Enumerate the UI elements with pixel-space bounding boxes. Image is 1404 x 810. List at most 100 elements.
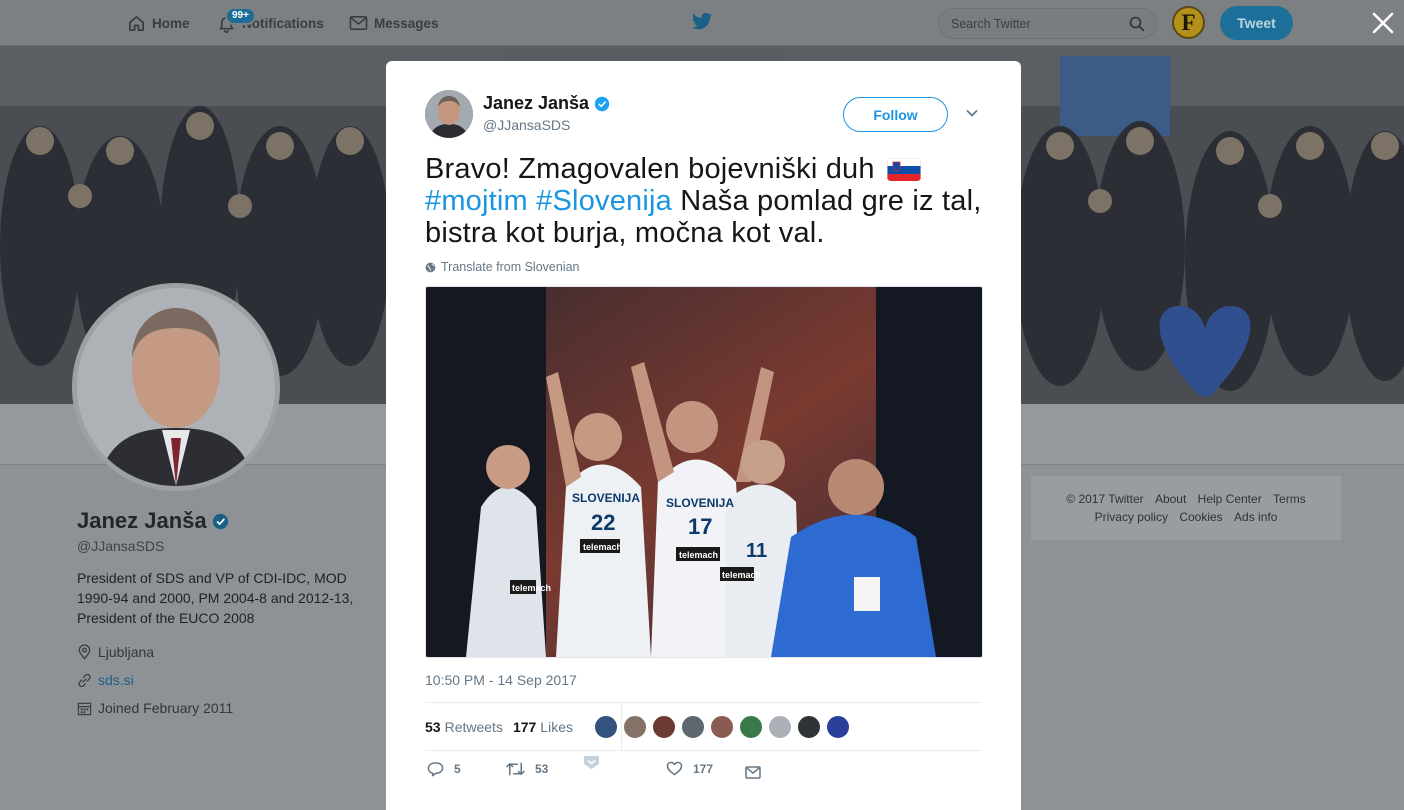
liker-avatar[interactable]	[710, 715, 734, 739]
profile-joined: Joined February 2011	[77, 698, 377, 718]
notifications-badge: 99+	[225, 7, 256, 25]
link-icon	[78, 673, 91, 687]
hashtag-mojtim[interactable]: #mojtim	[425, 185, 528, 217]
photo-jersey-text: SLOVENIJA	[666, 496, 734, 510]
footer-copyright: © 2017 Twitter	[1066, 492, 1144, 506]
account-avatar[interactable]: F	[1172, 6, 1205, 39]
liker-avatar[interactable]	[652, 715, 676, 739]
hashtag-slovenija[interactable]: #Slovenija	[536, 185, 672, 217]
tweet-modal: Janez Janša @JJansaSDS Follow Bravo! Zma…	[386, 61, 1021, 810]
follow-button[interactable]: Follow	[843, 97, 948, 132]
photo-jersey-text: telemach	[722, 570, 761, 580]
profile-name-row: Janez Janša	[77, 508, 377, 534]
profile-avatar-photo	[77, 288, 275, 486]
profile-bio: President of SDS and VP of CDI-IDC, MOD …	[77, 570, 354, 626]
globe-icon	[425, 262, 436, 272]
profile-joined-text: Joined February 2011	[98, 700, 234, 716]
photo-jersey-text: telemach	[679, 550, 718, 560]
tweet-photo-image: SLOVENIJA 22 SLOVENIJA 17 11 telemach te…	[426, 287, 982, 657]
liker-avatar[interactable]	[681, 715, 705, 739]
envelope-icon	[349, 16, 368, 30]
footer-help-center-link[interactable]: Help Center	[1198, 492, 1262, 506]
top-navigation: Home Notifications 99+ Messages F Tweet	[0, 0, 1404, 46]
tweet-author-name[interactable]: Janez Janša	[483, 93, 589, 114]
compose-tweet-button[interactable]: Tweet	[1220, 6, 1293, 40]
home-icon	[128, 15, 145, 31]
photo-jersey-text: 11	[746, 540, 767, 562]
likes-stat[interactable]: 177 Likes	[513, 719, 573, 735]
heart-icon	[666, 761, 683, 776]
reply-button[interactable]: 5	[427, 761, 461, 777]
chevron-down-icon[interactable]	[965, 108, 979, 118]
photo-jersey-text: 17	[688, 514, 712, 539]
tweet-photo[interactable]: SLOVENIJA 22 SLOVENIJA 17 11 telemach te…	[425, 286, 983, 658]
likes-count: 177	[512, 719, 537, 735]
liker-avatar[interactable]	[768, 715, 792, 739]
footer-line-2: Privacy policy Cookies Ads info	[1031, 510, 1341, 524]
liker-avatar[interactable]	[797, 715, 821, 739]
search-box[interactable]	[938, 8, 1157, 39]
likes-label: Likes	[540, 719, 573, 735]
stats-separator	[621, 704, 622, 750]
nav-messages-label: Messages	[374, 15, 439, 31]
calendar-icon	[77, 702, 92, 715]
retweet-count: 53	[535, 762, 549, 776]
translate-link[interactable]: Translate from Slovenian	[425, 260, 580, 274]
liker-avatar[interactable]	[594, 715, 618, 739]
tweet-author-name-row: Janez Janša	[483, 93, 610, 114]
tweet-text: Bravo! Zmagovalen bojevniški duh #mojtim…	[425, 153, 985, 249]
verified-badge-icon	[594, 96, 610, 111]
search-icon[interactable]	[1129, 16, 1145, 32]
tweet-author-avatar-photo	[425, 90, 473, 138]
reply-icon	[427, 762, 444, 777]
stats-top-divider	[425, 702, 982, 703]
footer-privacy-link[interactable]: Privacy policy	[1095, 510, 1168, 524]
like-count: 177	[693, 761, 714, 776]
nav-home-label: Home	[152, 15, 190, 31]
retweet-button[interactable]: 53	[506, 761, 548, 777]
profile-handle[interactable]: @JJansaSDS	[77, 538, 377, 554]
location-pin-icon	[78, 644, 91, 660]
photo-jersey-text: 22	[591, 510, 615, 535]
liker-avatar[interactable]	[623, 715, 647, 739]
translate-label[interactable]: Translate from Slovenian	[441, 260, 580, 274]
footer-cookies-link[interactable]: Cookies	[1179, 510, 1222, 524]
profile-location-text: Ljubljana	[98, 644, 155, 660]
tweet-author-handle[interactable]: @JJansaSDS	[483, 117, 570, 133]
liker-avatar[interactable]	[826, 715, 850, 739]
retweets-stat[interactable]: 53 Retweets	[425, 719, 503, 735]
nav-messages[interactable]: Messages	[349, 0, 439, 46]
tweet-timestamp[interactable]: 10:50 PM - 14 Sep 2017	[425, 672, 577, 688]
nav-home[interactable]: Home	[127, 0, 190, 46]
like-button[interactable]: 177	[666, 761, 713, 776]
photo-jersey-text: telemach	[583, 542, 622, 552]
twitter-bird-icon[interactable]	[691, 12, 713, 32]
footer-about-link[interactable]: About	[1155, 492, 1186, 506]
profile-name[interactable]: Janez Janša	[77, 508, 207, 534]
profile-avatar[interactable]	[72, 283, 280, 491]
site-footer: © 2017 Twitter About Help Center Terms P…	[1031, 476, 1341, 540]
photo-jersey-text: telemach	[512, 583, 551, 593]
liker-avatar[interactable]	[739, 715, 763, 739]
tweet-text-part-1: Bravo! Zmagovalen bojevniški duh	[425, 153, 875, 185]
dm-heart-icon[interactable]	[583, 755, 600, 770]
slovenia-flag-icon	[886, 157, 921, 181]
footer-ads-info-link[interactable]: Ads info	[1234, 510, 1277, 524]
profile-website-link[interactable]: sds.si	[98, 672, 134, 688]
tweet-author-avatar[interactable]	[425, 90, 473, 138]
envelope-icon[interactable]	[745, 766, 761, 779]
close-icon[interactable]	[1370, 10, 1396, 36]
search-input[interactable]	[951, 16, 1121, 31]
profile-location: Ljubljana	[77, 642, 377, 662]
profile-sidebar: Janez Janša @JJansaSDS President of SDS …	[77, 508, 377, 718]
tweet-actions: 5 53 177	[425, 756, 982, 787]
photo-jersey-text: SLOVENIJA	[572, 491, 640, 505]
account-avatar-letter: F	[1181, 9, 1196, 35]
reply-count: 5	[454, 762, 461, 776]
footer-line-1: © 2017 Twitter About Help Center Terms	[1031, 492, 1341, 506]
retweets-count: 53	[425, 719, 441, 735]
footer-terms-link[interactable]: Terms	[1273, 492, 1306, 506]
stats-bottom-divider	[425, 750, 982, 751]
retweets-label: Retweets	[444, 719, 503, 735]
verified-badge-icon	[212, 513, 228, 529]
